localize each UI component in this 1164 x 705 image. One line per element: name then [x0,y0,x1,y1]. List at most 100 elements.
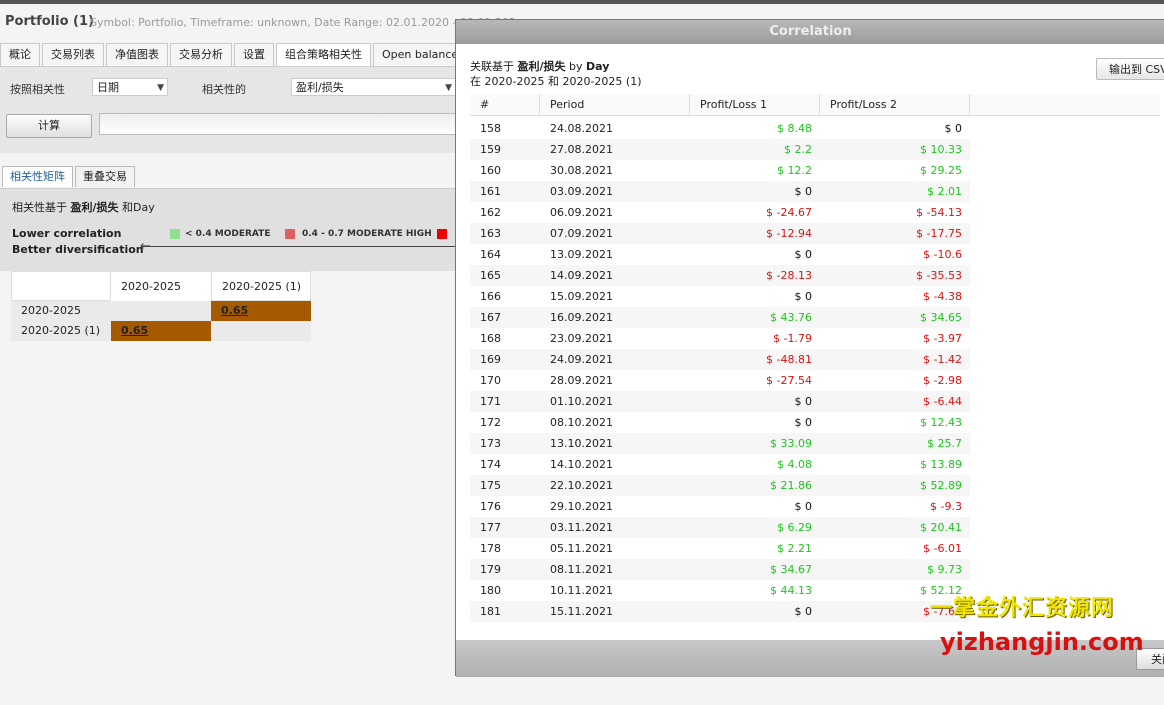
cell-period: 13.09.2021 [550,248,613,261]
matrix-cell [211,321,311,341]
table-row[interactable]: 158 24.08.2021 $ 8.48 $ 0 [470,118,970,139]
column-header-profit-loss-1[interactable]: Profit/Loss 1 [690,94,820,116]
table-row[interactable]: 168 23.09.2021 $ -1.79 $ -3.97 [470,328,970,349]
tab-portfolio-correlation[interactable]: 组合策略相关性 [276,43,371,66]
table-row[interactable]: 161 03.09.2021 $ 0 $ 2.01 [470,181,970,202]
correlation-by-label: 按照相关性 [10,83,65,96]
table-row[interactable]: 164 13.09.2021 $ 0 $ -10.6 [470,244,970,265]
table-row[interactable]: 178 05.11.2021 $ 2.21 $ -6.01 [470,538,970,559]
cell-index: 175 [480,479,501,492]
table-row[interactable]: 170 28.09.2021 $ -27.54 $ -2.98 [470,370,970,391]
cell-index: 177 [480,521,501,534]
cell-profit-loss-2: $ 10.33 [920,143,962,156]
cell-index: 160 [480,164,501,177]
main-tabs: 概论 交易列表 净值图表 交易分析 设置 组合策略相关性 Open balanc… [0,43,473,67]
cell-profit-loss-2: $ 9.73 [927,563,962,576]
dialog-caption: 关联基于 盈利/损失 by Day [470,60,610,73]
table-row[interactable]: 180 10.11.2021 $ 44.13 $ 52.12 [470,580,970,601]
table-row[interactable]: 179 08.11.2021 $ 34.67 $ 9.73 [470,559,970,580]
tab-trade-analysis[interactable]: 交易分析 [170,43,232,66]
column-header-profit-loss-2[interactable]: Profit/Loss 2 [820,94,970,116]
table-row[interactable]: 167 16.09.2021 $ 43.76 $ 34.65 [470,307,970,328]
tab-overlapping-trades[interactable]: 重叠交易 [75,166,135,187]
cell-index: 174 [480,458,501,471]
correlation-matrix: 2020-2025 2020-2025 (1) 2020-2025 0.65 2… [11,271,311,341]
matrix-row-header: 2020-2025 (1) [11,321,111,341]
cell-period: 08.10.2021 [550,416,613,429]
matrix-cell-value[interactable]: 0.65 [211,301,311,321]
correlation-of-select[interactable]: 盈利/损失 ▼ [291,78,456,96]
cell-index: 163 [480,227,501,240]
table-row[interactable]: 181 15.11.2021 $ 0 $ -7.61 [470,601,970,622]
window-top-border [0,0,1164,4]
cell-period: 27.08.2021 [550,143,613,156]
dialog-subcaption: 在 2020-2025 和 2020-2025 (1) [470,75,642,88]
cell-index: 179 [480,563,501,576]
table-row[interactable]: 160 30.08.2021 $ 12.2 $ 29.25 [470,160,970,181]
cell-index: 168 [480,332,501,345]
tab-overview[interactable]: 概论 [0,43,40,66]
cell-period: 01.10.2021 [550,395,613,408]
cell-profit-loss-2: $ 13.89 [920,458,962,471]
cell-period: 29.10.2021 [550,500,613,513]
table-row[interactable]: 172 08.10.2021 $ 0 $ 12.43 [470,412,970,433]
cell-profit-loss-1: $ 43.76 [770,311,812,324]
table-row[interactable]: 165 14.09.2021 $ -28.13 $ -35.53 [470,265,970,286]
cell-period: 06.09.2021 [550,206,613,219]
cell-profit-loss-2: $ 25.7 [927,437,962,450]
cell-period: 24.08.2021 [550,122,613,135]
cell-profit-loss-2: $ 2.01 [927,185,962,198]
table-row[interactable]: 163 07.09.2021 $ -12.94 $ -17.75 [470,223,970,244]
tab-correlation-matrix[interactable]: 相关性矩阵 [2,166,73,187]
cell-index: 161 [480,185,501,198]
cell-profit-loss-1: $ -12.94 [766,227,812,240]
dialog-title[interactable]: Correlation [456,20,1164,44]
column-header-period[interactable]: Period [540,94,690,116]
matrix-col-header: 2020-2025 [111,271,211,301]
table-row[interactable]: 159 27.08.2021 $ 2.2 $ 10.33 [470,139,970,160]
legend-label-moderate: < 0.4 MODERATE [185,229,271,239]
watermark-url: yizhangjin.com [940,628,1144,656]
table-row[interactable]: 173 13.10.2021 $ 33.09 $ 25.7 [470,433,970,454]
cell-profit-loss-1: $ 2.2 [784,143,812,156]
export-csv-button[interactable]: 输出到 CSV [1096,58,1164,80]
cell-profit-loss-1: $ 34.67 [770,563,812,576]
cell-profit-loss-1: $ 0 [794,605,813,618]
correlation-caption: 相关性基于 盈利/损失 和Day [12,201,155,214]
cell-period: 14.10.2021 [550,458,613,471]
matrix-cell-value[interactable]: 0.65 [111,321,211,341]
matrix-corner [11,271,111,301]
progress-bar [99,113,461,135]
table-row[interactable]: 175 22.10.2021 $ 21.86 $ 52.89 [470,475,970,496]
table-row[interactable]: 169 24.09.2021 $ -48.81 $ -1.42 [470,349,970,370]
tab-equity-chart[interactable]: 净值图表 [106,43,168,66]
cell-index: 181 [480,605,501,618]
calculate-button[interactable]: 计算 [6,114,92,138]
cell-profit-loss-1: $ 0 [794,248,813,261]
tab-settings[interactable]: 设置 [234,43,274,66]
table-row[interactable]: 162 06.09.2021 $ -24.67 $ -54.13 [470,202,970,223]
correlation-by-select[interactable]: 日期 ▼ [92,78,168,96]
correlation-of-label: 相关性的 [202,83,246,96]
correlation-by-value: 日期 [97,81,119,94]
tab-trade-list[interactable]: 交易列表 [42,43,104,66]
cell-profit-loss-2: $ -3.97 [923,332,962,345]
cell-profit-loss-1: $ -24.67 [766,206,812,219]
cell-period: 10.11.2021 [550,584,613,597]
cell-profit-loss-2: $ -4.38 [923,290,962,303]
cell-profit-loss-2: $ -54.13 [916,206,962,219]
cell-profit-loss-1: $ 6.29 [777,521,812,534]
correlation-of-value: 盈利/损失 [296,81,344,94]
table-row[interactable]: 166 15.09.2021 $ 0 $ -4.38 [470,286,970,307]
table-row[interactable]: 177 03.11.2021 $ 6.29 $ 20.41 [470,517,970,538]
table-row[interactable]: 176 29.10.2021 $ 0 $ -9.3 [470,496,970,517]
table-row[interactable]: 171 01.10.2021 $ 0 $ -6.44 [470,391,970,412]
cell-period: 03.11.2021 [550,521,613,534]
window-title: Portfolio (1) [5,14,94,29]
column-header-index[interactable]: # [470,94,540,116]
table-row[interactable]: 174 14.10.2021 $ 4.08 $ 13.89 [470,454,970,475]
cell-profit-loss-2: $ 0 [944,122,963,135]
cell-profit-loss-1: $ 21.86 [770,479,812,492]
cell-profit-loss-1: $ -28.13 [766,269,812,282]
legend-swatch-moderate [170,229,180,239]
